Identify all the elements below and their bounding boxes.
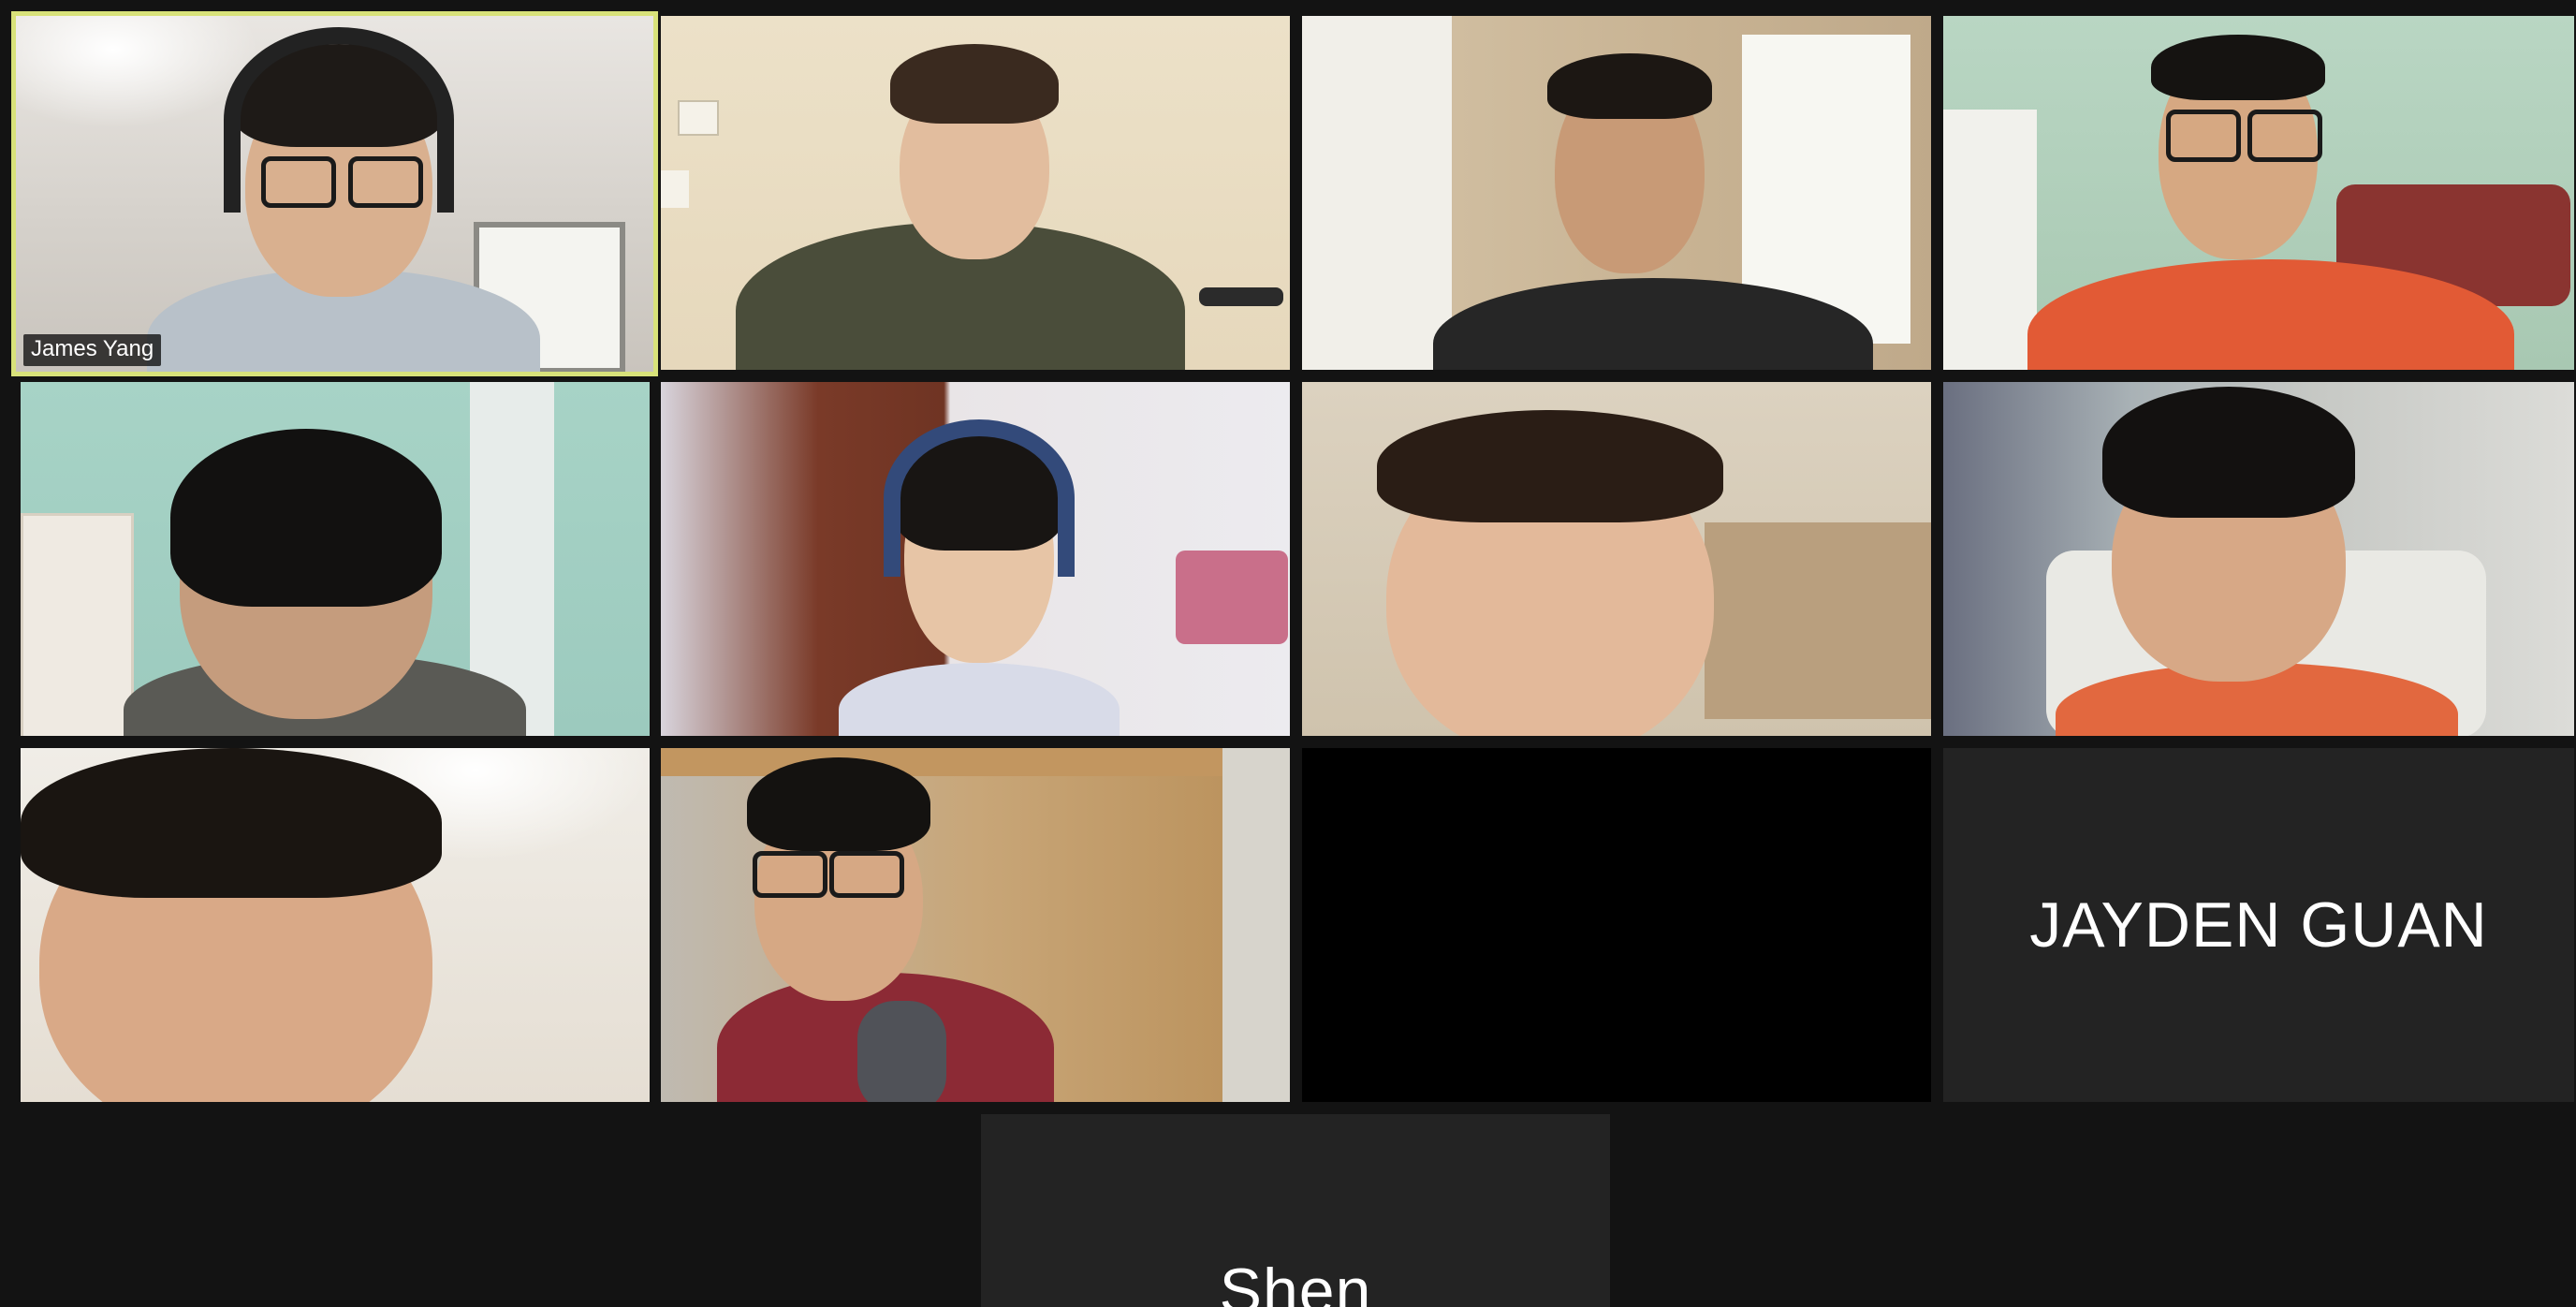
participant-name-display: Shen [1219,1256,1372,1307]
video-tile-blank[interactable] [1302,748,1931,1102]
zoom-gallery-view: James Yang JAYDEN GUAN Shen [0,0,2576,1307]
video-tile-james-yang[interactable]: James Yang [11,11,658,376]
video-tile[interactable] [1943,16,2574,370]
participant-video [16,16,653,372]
video-tile-jayden-guan[interactable]: JAYDEN GUAN [1943,748,2574,1102]
video-tile-shen[interactable]: Shen [981,1114,1610,1307]
video-tile[interactable] [1302,16,1931,370]
participant-video [661,748,1290,1102]
video-tile[interactable] [1943,382,2574,736]
participant-video [1302,16,1931,370]
video-tile[interactable] [661,748,1290,1102]
participant-video [1302,382,1931,736]
participant-video [661,382,1290,736]
video-tile[interactable] [661,16,1290,370]
participant-name-label: James Yang [23,334,162,366]
video-tile[interactable] [1302,382,1931,736]
video-tile[interactable] [21,748,650,1102]
participant-video [1943,382,2574,736]
participant-video [661,16,1290,370]
participant-video [21,748,650,1102]
video-tile[interactable] [661,382,1290,736]
participant-name-display: JAYDEN GUAN [2029,889,2488,961]
participant-video [21,382,650,736]
video-tile[interactable] [21,382,650,736]
participant-video [1943,16,2574,370]
